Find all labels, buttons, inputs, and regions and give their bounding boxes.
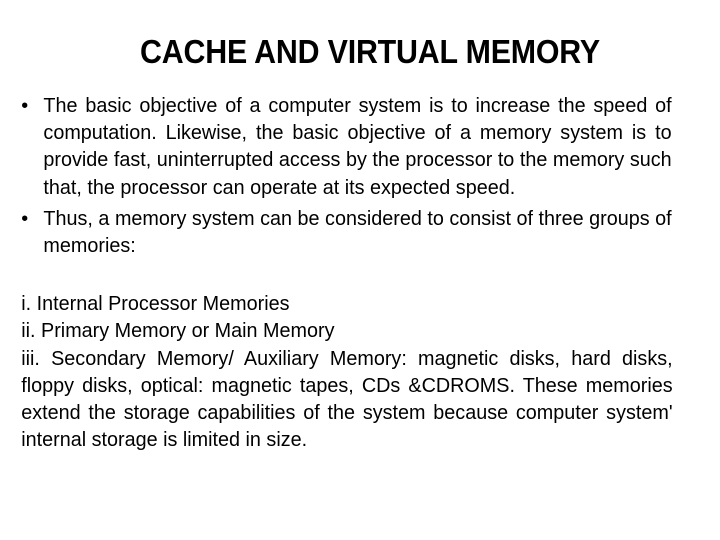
bullet-list: • The basic objective of a computer syst… xyxy=(0,92,720,259)
slide-title: CACHE AND VIRTUAL MEMORY xyxy=(140,33,600,70)
slide: CACHE AND VIRTUAL MEMORY • The basic obj… xyxy=(0,0,720,540)
slide-body: • The basic objective of a computer syst… xyxy=(0,92,720,453)
bullet-dot-icon: • xyxy=(21,206,29,230)
bullet-item-2: • Thus, a memory system can be considere… xyxy=(0,205,695,259)
list-item-internal-processor-memories: i. Internal Processor Memories xyxy=(21,292,290,316)
bullet-item-1: • The basic objective of a computer syst… xyxy=(0,92,695,201)
list-item-secondary-memory: iii. Secondary Memory/ Auxiliary Memory:… xyxy=(21,346,673,452)
list-item-primary-memory: ii. Primary Memory or Main Memory xyxy=(21,319,335,343)
bullet-item-1-text: The basic objective of a computer system… xyxy=(43,94,672,199)
memory-groups-list: i. Internal Processor Memories ii. Prima… xyxy=(0,290,695,453)
bullet-item-2-text: Thus, a memory system can be considered … xyxy=(43,206,672,258)
bullet-dot-icon: • xyxy=(21,94,29,117)
